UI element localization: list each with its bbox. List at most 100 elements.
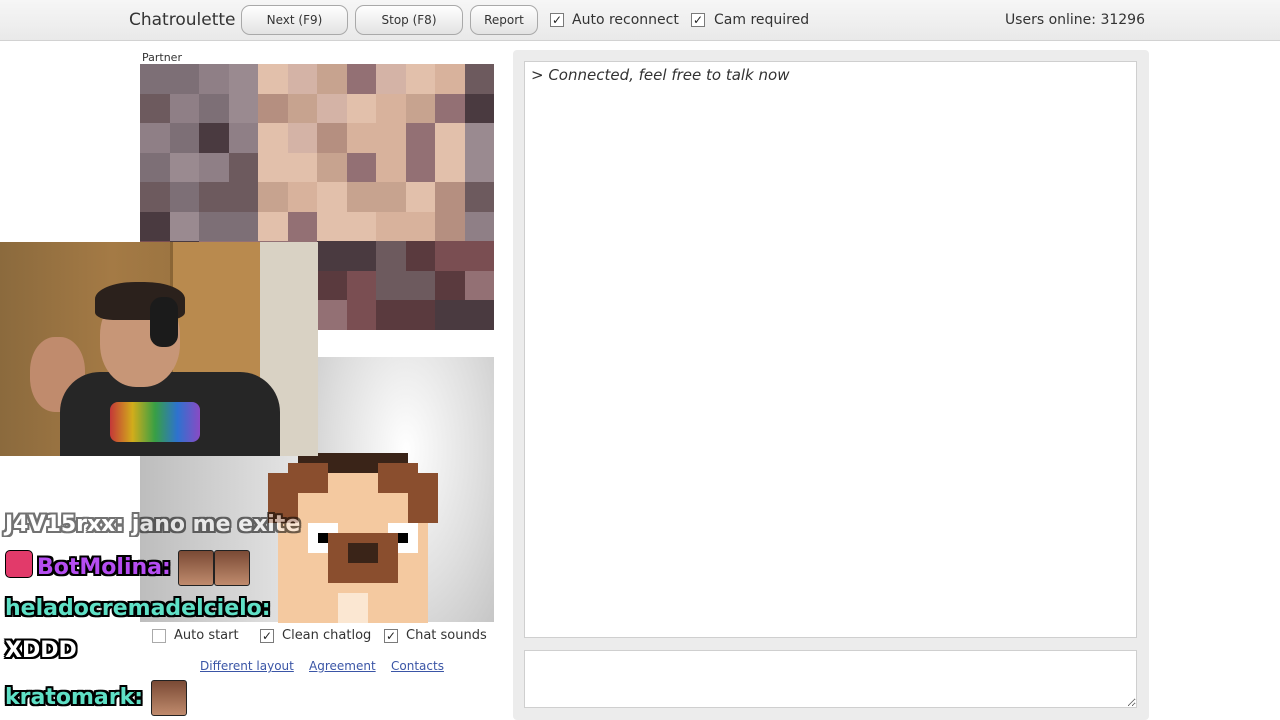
video-pixel-block	[405, 270, 435, 301]
auto-start-checkbox[interactable]	[152, 629, 166, 643]
video-pixel-block	[405, 64, 435, 94]
sword-badge-icon	[5, 550, 33, 578]
video-pixel-block	[376, 93, 406, 124]
overlay-chat-line: J4V15rxx: jano me exite	[5, 512, 301, 537]
clean-chatlog-label: Clean chatlog	[282, 628, 372, 643]
video-pixel-block	[140, 123, 170, 153]
auto-reconnect-checkbox[interactable]: ✓	[550, 13, 564, 27]
video-pixel-block	[287, 123, 317, 153]
video-pixel-block	[435, 211, 465, 242]
video-pixel-block	[287, 182, 317, 212]
video-pixel-block	[317, 241, 347, 271]
shirt-graphic	[110, 402, 200, 442]
video-pixel-block	[464, 93, 494, 124]
different-layout-link[interactable]: Different layout	[200, 659, 294, 673]
video-pixel-block	[435, 270, 465, 301]
stop-button[interactable]: Stop (F8)	[355, 5, 463, 35]
face-emote-icon	[178, 550, 215, 586]
video-pixel-block	[317, 93, 347, 124]
video-pixel-block	[258, 64, 288, 94]
video-pixel-block	[169, 182, 199, 212]
video-pixel-block	[346, 241, 376, 271]
video-pixel-block	[258, 93, 288, 124]
auto-start-label: Auto start	[174, 628, 239, 643]
video-pixel-block	[199, 93, 229, 124]
video-pixel-block	[169, 123, 199, 153]
video-pixel-block	[317, 300, 347, 330]
cam-required-label: Cam required	[714, 12, 810, 28]
video-pixel-block	[376, 152, 406, 183]
chat-input[interactable]	[524, 650, 1137, 708]
video-pixel-block	[405, 241, 435, 271]
streamer-webcam-overlay	[0, 242, 318, 456]
video-pixel-block	[228, 152, 258, 183]
agreement-link[interactable]: Agreement	[309, 659, 376, 673]
video-pixel-block	[464, 123, 494, 153]
video-pixel-block	[317, 182, 347, 212]
video-pixel-block	[405, 182, 435, 212]
overlay-chat-line: XDDD	[5, 638, 77, 663]
face-emote-icon	[214, 550, 251, 586]
video-pixel-block	[346, 93, 376, 124]
video-pixel-block	[287, 93, 317, 124]
headset-icon	[150, 297, 178, 347]
contacts-link[interactable]: Contacts	[391, 659, 444, 673]
partner-label: Partner	[142, 51, 182, 64]
chat-sounds-checkbox[interactable]: ✓	[384, 629, 398, 643]
video-pixel-block	[169, 152, 199, 183]
chat-message: > Connected, feel free to talk now	[531, 66, 790, 84]
video-pixel-block	[376, 211, 406, 242]
video-pixel-block	[376, 64, 406, 94]
video-pixel-block	[140, 93, 170, 124]
cam-required-checkbox[interactable]: ✓	[691, 13, 705, 27]
video-pixel-block	[346, 152, 376, 183]
video-pixel-block	[228, 64, 258, 94]
video-pixel-block	[228, 182, 258, 212]
video-pixel-block	[405, 211, 435, 242]
video-pixel-block	[199, 123, 229, 153]
video-pixel-block	[140, 182, 170, 212]
report-button[interactable]: Report	[470, 5, 538, 35]
overlay-username: BotMolina:	[37, 555, 171, 580]
video-pixel-block	[346, 211, 376, 242]
video-pixel-block	[464, 152, 494, 183]
video-pixel-block	[376, 182, 406, 212]
top-toolbar: Chatroulette Next (F9) Stop (F8) Report …	[0, 0, 1280, 41]
overlay-chat-line: kratomark:	[5, 680, 187, 716]
chat-log[interactable]: > Connected, feel free to talk now	[524, 61, 1137, 638]
auto-reconnect-label: Auto reconnect	[572, 12, 679, 28]
clean-chatlog-checkbox[interactable]: ✓	[260, 629, 274, 643]
video-pixel-block	[435, 241, 465, 271]
video-pixel-block	[317, 64, 347, 94]
video-pixel-block	[405, 300, 435, 330]
overlay-chat-line: BotMolina:	[5, 550, 251, 586]
video-pixel-block	[464, 64, 494, 94]
video-pixel-block	[435, 93, 465, 124]
video-pixel-block	[199, 182, 229, 212]
chat-sounds-label: Chat sounds	[406, 628, 487, 643]
video-pixel-block	[376, 123, 406, 153]
video-pixel-block	[435, 152, 465, 183]
next-button[interactable]: Next (F9)	[241, 5, 348, 35]
video-pixel-block	[228, 93, 258, 124]
video-pixel-block	[199, 64, 229, 94]
video-pixel-block	[346, 270, 376, 301]
video-pixel-block	[169, 93, 199, 124]
video-pixel-block	[317, 270, 347, 301]
video-pixel-block	[435, 182, 465, 212]
video-pixel-block	[258, 182, 288, 212]
video-pixel-block	[228, 123, 258, 153]
video-pixel-block	[376, 241, 406, 271]
video-pixel-block	[199, 211, 229, 242]
video-pixel-block	[464, 241, 494, 271]
video-pixel-block	[376, 300, 406, 330]
video-pixel-block	[405, 93, 435, 124]
video-pixel-block	[287, 211, 317, 242]
video-pixel-block	[376, 270, 406, 301]
video-pixel-block	[435, 123, 465, 153]
app-title: Chatroulette	[129, 10, 236, 30]
video-pixel-block	[169, 211, 199, 242]
video-pixel-block	[140, 211, 170, 242]
video-pixel-block	[258, 211, 288, 242]
video-pixel-block	[140, 152, 170, 183]
